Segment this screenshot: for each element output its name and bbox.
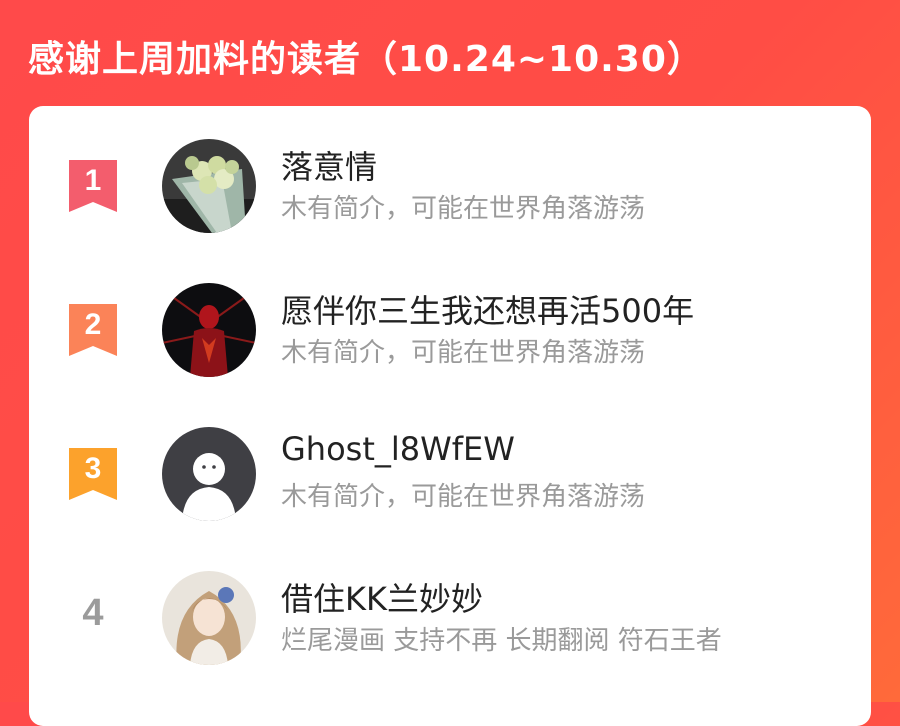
reader-bio: 烂尾漫画 支持不再 长期翻阅 符石王者 <box>281 626 722 656</box>
rank-badge-1: 1 <box>69 160 117 212</box>
reader-row-1[interactable]: 1 落意情 木有简介，可能在世界角落游荡 <box>29 136 871 256</box>
spiderman-avatar[interactable] <box>162 283 256 377</box>
reader-bio: 木有简介，可能在世界角落游荡 <box>281 194 646 224</box>
page-title: 感谢上周加料的读者（10.24~10.30） <box>28 39 704 80</box>
rank-badge-3: 3 <box>69 448 117 500</box>
reader-row-2[interactable]: 2 愿伴你三生我还想再活500年 木有简介，可能在世界角落游荡 <box>29 280 871 400</box>
reader-list-card: 1 落意情 木有简介，可能在世界角落游荡 2 愿伴你三生我还想再活500年 木有… <box>29 106 871 726</box>
flower-bouquet-avatar[interactable] <box>162 139 256 233</box>
reader-name[interactable]: 借住KK兰妙妙 <box>281 574 483 620</box>
reader-row-4[interactable]: 4 借住KK兰妙妙 烂尾漫画 支持不再 长期翻阅 符石王者 <box>29 568 871 688</box>
reader-row-3[interactable]: 3 Ghost_l8WfEW 木有简介，可能在世界角落游荡 <box>29 424 871 544</box>
rank-number-4: 4 <box>82 592 104 634</box>
rank-badge-2: 2 <box>69 304 117 356</box>
anime-girl-avatar[interactable] <box>162 571 256 665</box>
reader-name[interactable]: 落意情 <box>281 142 377 188</box>
default-ghost-avatar[interactable] <box>162 427 256 521</box>
reader-bio: 木有简介，可能在世界角落游荡 <box>281 338 646 368</box>
reader-name[interactable]: 愿伴你三生我还想再活500年 <box>281 286 694 332</box>
reader-bio: 木有简介，可能在世界角落游荡 <box>281 482 646 512</box>
reader-name[interactable]: Ghost_l8WfEW <box>281 430 515 468</box>
